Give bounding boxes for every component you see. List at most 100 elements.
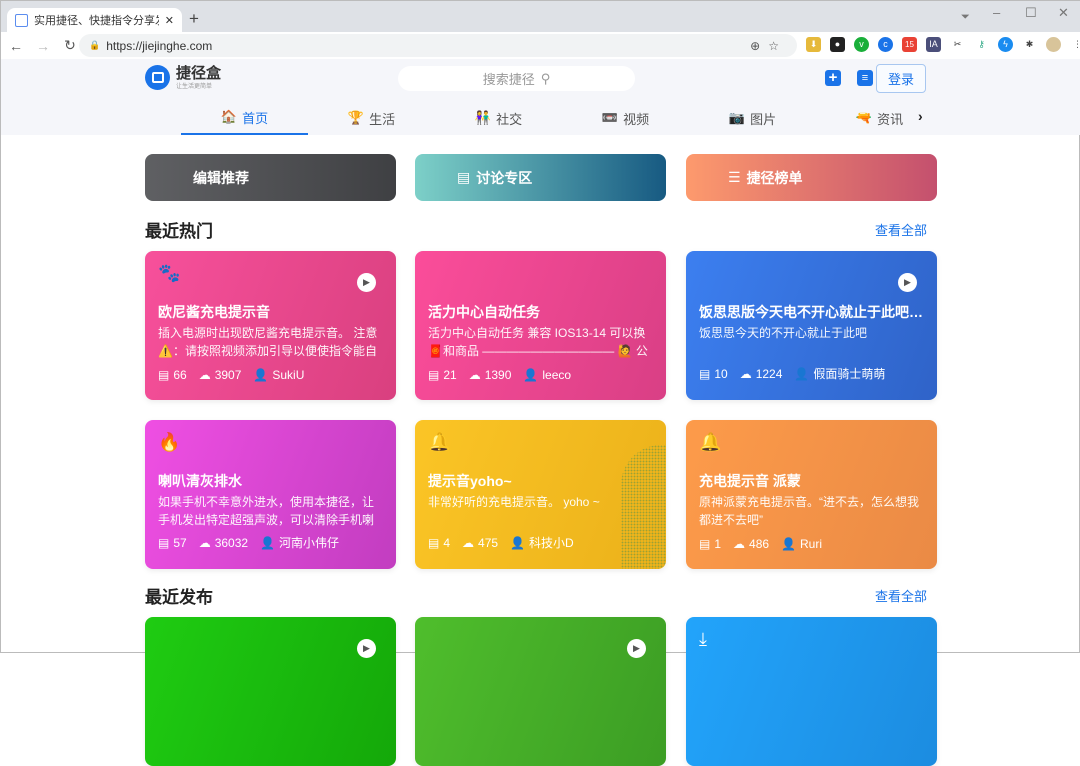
comment-icon: ▤ [699, 537, 711, 551]
play-icon[interactable]: ▶ [627, 639, 646, 658]
banner-button[interactable]: ☰ 捷径榜单 [686, 154, 937, 201]
login-button[interactable]: 登录 [876, 64, 926, 93]
minimize-button[interactable]: – [993, 5, 1000, 20]
search-icon[interactable]: ⚲ [541, 71, 551, 87]
author-name[interactable]: Ruri [800, 537, 822, 551]
extension-scissors-icon[interactable]: ✂ [950, 37, 965, 52]
profile-avatar[interactable] [1046, 37, 1061, 52]
search-placeholder: 搜索捷径 [482, 72, 535, 87]
author-name[interactable]: 科技小D [529, 534, 574, 551]
author-name[interactable]: leeco [542, 368, 571, 382]
shortcut-card[interactable]: 🔥 喇叭清灰排水 如果手机不幸意外进水，使用本捷径，让手机发出特定超强声波，可以… [145, 420, 396, 569]
url-text[interactable]: https://jiejinghe.com [106, 39, 212, 53]
shortcut-card[interactable]: ⤓ [686, 617, 937, 766]
menu-kebab-icon[interactable]: ⋮ [1070, 37, 1080, 52]
download-count: 1390 [484, 368, 512, 382]
nav-tab[interactable]: 🔫 资讯 [816, 101, 943, 135]
logo-name: 捷径盒 [176, 64, 222, 82]
nav-tab-label: 社交 [496, 111, 523, 127]
extension-download-icon[interactable]: ⬇ [806, 37, 821, 52]
user-icon: 👤 [794, 366, 810, 381]
logo-box-icon [145, 65, 170, 90]
shortcut-card[interactable]: ▶ [145, 617, 396, 766]
cloud-download-icon: ☁ [198, 535, 211, 550]
close-tab-icon[interactable]: ✕ [165, 14, 174, 27]
maximize-button[interactable]: ☐ [1025, 5, 1037, 21]
comment-icon: ▤ [158, 368, 170, 382]
play-icon[interactable]: ▶ [357, 639, 376, 658]
download-count: 486 [749, 537, 770, 551]
nav-tab-label: 图片 [750, 111, 777, 127]
nav-tab-label: 生活 [369, 111, 396, 127]
comment-icon: ▤ [699, 366, 711, 381]
user-icon: 👤 [510, 535, 526, 550]
cloud-download-icon: ☁ [462, 535, 475, 550]
card-description: 插入电源时出现欧尼酱充电提示音。 注意⚠️：请按照视频添加引导以便使指令能自 [158, 326, 378, 358]
shortcut-card[interactable]: ▶ [415, 617, 666, 766]
favicon-icon [15, 13, 28, 27]
extension-glasses-icon[interactable]: ● [830, 37, 845, 52]
extension-bolt-icon[interactable]: ϟ [998, 37, 1013, 52]
browser-tab[interactable]: 实用捷径、快捷指令分享发现社区 ✕ [7, 8, 182, 32]
user-icon: 👤 [781, 537, 797, 551]
nav-tab[interactable]: 📼 视频 [562, 101, 689, 135]
shortcut-card[interactable]: ▶ 饭思思版今天电不开心就止于此吧… 饭思思今天的不开心就止于此吧 ▤ 10 ☁ 1… [686, 251, 937, 400]
comment-count: 10 [714, 366, 728, 381]
comment-count: 21 [443, 368, 457, 382]
messages-button[interactable]: ≡ [857, 70, 873, 86]
download-count: 36032 [214, 535, 249, 550]
search-input[interactable]: 搜索捷径 ⚲ [398, 66, 635, 91]
site-logo[interactable]: 捷径盒 让生活更简单 [145, 65, 221, 90]
extensions-puzzle-icon[interactable]: ✱ [1022, 37, 1037, 52]
banner-icon: ☰ [728, 169, 741, 185]
play-icon[interactable]: ▶ [357, 273, 376, 292]
nav-tab[interactable]: 🏠 首页 [181, 101, 308, 135]
see-all-hot-link[interactable]: 查看全部 [875, 220, 927, 239]
extension-key-icon[interactable]: ⚷ [974, 37, 989, 52]
bookmark-star-icon[interactable]: ☆ [768, 39, 787, 53]
download-count: 475 [478, 535, 499, 550]
forward-icon[interactable]: → [31, 38, 55, 54]
add-shortcut-button[interactable]: + [825, 70, 841, 86]
comment-icon: ▤ [428, 535, 440, 550]
nav-tab-icon: 🏠 [220, 109, 238, 124]
author-name[interactable]: 河南小伟仔 [279, 534, 339, 551]
play-icon[interactable]: ▶ [898, 273, 917, 292]
nav-tab[interactable]: 👫 社交 [435, 101, 562, 135]
browser-tab-strip: 实用捷径、快捷指令分享发现社区 ✕ + ⏷ – ☐ ✕ [1, 1, 1080, 32]
banner-button[interactable]: 编辑推荐 [145, 154, 396, 201]
extension-badge-icon[interactable]: 15 [902, 37, 917, 52]
close-window-button[interactable]: ✕ [1058, 5, 1069, 21]
shortcut-card[interactable]: 活力中心自动任务 活力中心自动任务 兼容 IOS13-14 可以换🧧和商品 ——… [415, 251, 666, 400]
tab-title: 实用捷径、快捷指令分享发现社区 [34, 15, 159, 27]
extension-v-icon[interactable]: v [854, 37, 869, 52]
chevron-right-icon[interactable]: › [918, 108, 923, 124]
nav-tab-label: 首页 [242, 110, 269, 126]
zoom-icon[interactable]: ⊕ [750, 39, 768, 53]
shortcut-card[interactable]: 🐾 ▶ 欧尼酱充电提示音 插入电源时出现欧尼酱充电提示音。 注意⚠️：请按照视频… [145, 251, 396, 400]
see-all-recent-link[interactable]: 查看全部 [875, 586, 927, 605]
back-icon[interactable]: ← [4, 38, 28, 54]
nav-tab[interactable]: 📷 图片 [689, 101, 816, 135]
new-tab-button[interactable]: + [189, 9, 199, 29]
extension-c-icon[interactable]: c [878, 37, 893, 52]
card-description: 原神派蒙充电提示音。“进不去，怎么想我都进不去吧” [699, 495, 919, 527]
author-name[interactable]: SukiU [272, 368, 304, 382]
banner-label: 编辑推荐 [193, 169, 249, 186]
nav-tab[interactable]: 🏆 生活 [308, 101, 435, 135]
nav-tab-icon: 👫 [474, 110, 492, 125]
paw-icon: 🐾 [158, 263, 181, 283]
shortcut-card[interactable]: 🔔 提示音yoho~ 非常好听的充电提示音。 yoho ~ ▤ 4 ☁ 475 👤 科… [415, 420, 666, 569]
author-name[interactable]: 假面骑士萌萌 [813, 365, 885, 382]
banner-button[interactable]: ▤ 讨论专区 [415, 154, 666, 201]
banner-icon: ▤ [457, 169, 471, 185]
card-description: 活力中心自动任务 兼容 IOS13-14 可以换🧧和商品 ———————————… [428, 326, 648, 358]
profile-dropdown-icon[interactable]: ⏷ [961, 11, 970, 24]
card-title: 欧尼酱充电提示音 [158, 304, 270, 320]
browser-toolbar: ← → ↻ 🔒 https://jiejinghe.com ⊕☆ ⬇ ● v c… [1, 32, 1080, 59]
address-bar[interactable]: 🔒 https://jiejinghe.com ⊕☆ [79, 34, 797, 57]
cloud-download-icon: ☁ [468, 368, 481, 382]
comment-count: 1 [714, 537, 722, 551]
shortcut-card[interactable]: 🔔 充电提示音 派蒙 原神派蒙充电提示音。“进不去，怎么想我都进不去吧” ▤ 1 … [686, 420, 937, 569]
extension-ia-icon[interactable]: IA [926, 37, 941, 52]
